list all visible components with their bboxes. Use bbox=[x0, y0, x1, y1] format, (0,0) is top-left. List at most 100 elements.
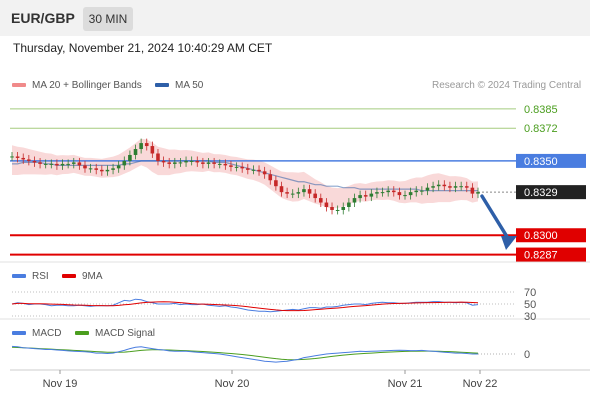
candle-body bbox=[223, 163, 228, 166]
candle-body bbox=[139, 143, 143, 150]
level-label-0.8300: 0.8300 bbox=[524, 230, 558, 242]
candle-body bbox=[380, 192, 385, 194]
candle-body bbox=[150, 146, 155, 154]
rsi-level-label-30: 30 bbox=[524, 311, 536, 323]
candle-body bbox=[240, 166, 244, 169]
rsi-level-label-50: 50 bbox=[524, 299, 536, 311]
candle-body bbox=[251, 169, 256, 171]
candle-body bbox=[397, 192, 402, 196]
candle-body bbox=[285, 192, 289, 194]
candle-body bbox=[442, 184, 447, 187]
candle-body bbox=[290, 193, 295, 195]
candle-body bbox=[217, 163, 222, 165]
candle-body bbox=[77, 162, 82, 166]
x-tick-label-2: Nov 21 bbox=[388, 378, 423, 390]
x-tick-label-1: Nov 20 bbox=[215, 378, 250, 390]
candle-body bbox=[313, 193, 317, 199]
forecast-arrow bbox=[480, 194, 511, 242]
level-label-0.8385: 0.8385 bbox=[524, 104, 558, 116]
candle-body bbox=[178, 162, 183, 164]
forecast-arrow-head bbox=[501, 236, 517, 250]
candle-body bbox=[279, 186, 284, 193]
candle-body bbox=[459, 186, 463, 188]
candle-body bbox=[60, 163, 65, 166]
candle-body bbox=[408, 192, 413, 196]
candle-body bbox=[38, 162, 42, 164]
candle-body bbox=[391, 190, 396, 193]
candle-body bbox=[49, 163, 54, 165]
candle-body bbox=[307, 189, 312, 194]
candle-body bbox=[116, 165, 121, 169]
macd-zero-label: 0 bbox=[524, 349, 530, 361]
bollinger-band bbox=[12, 138, 478, 209]
candle-body bbox=[128, 154, 132, 161]
candle-body bbox=[425, 187, 430, 191]
candle-body bbox=[352, 198, 357, 203]
candle-body bbox=[43, 163, 48, 165]
level-label-0.8350: 0.8350 bbox=[524, 156, 558, 168]
candle-body bbox=[330, 207, 334, 210]
rsi-level-label-70: 70 bbox=[524, 287, 536, 299]
candle-body bbox=[55, 163, 59, 166]
candle-body bbox=[161, 160, 166, 163]
candle-body bbox=[144, 143, 149, 147]
candle-body bbox=[403, 195, 407, 197]
candle-body bbox=[15, 156, 20, 158]
candle-body bbox=[88, 168, 93, 170]
candle-body bbox=[122, 160, 127, 166]
candle-body bbox=[234, 166, 239, 168]
candle-body bbox=[302, 189, 306, 193]
candle-body bbox=[274, 180, 278, 187]
candle-body bbox=[27, 159, 31, 161]
candle-body bbox=[436, 184, 441, 187]
candle-body bbox=[156, 153, 160, 161]
candle-body bbox=[464, 186, 469, 188]
candle-body bbox=[32, 160, 37, 163]
candle-body bbox=[470, 187, 475, 194]
candle-body bbox=[246, 168, 250, 170]
level-label-0.8329: 0.8329 bbox=[524, 187, 558, 199]
candle-body bbox=[206, 162, 211, 164]
candle-body bbox=[335, 209, 340, 211]
candle-body bbox=[201, 162, 205, 164]
candle-body bbox=[375, 192, 379, 194]
candle-body bbox=[386, 190, 390, 193]
candle-body bbox=[420, 190, 424, 192]
candle-body bbox=[212, 162, 216, 164]
candle-body bbox=[111, 168, 115, 170]
candle-body bbox=[358, 195, 362, 199]
level-label-0.8287: 0.8287 bbox=[524, 250, 558, 262]
candle-body bbox=[105, 169, 110, 172]
candle-body bbox=[268, 174, 273, 181]
candle-body bbox=[94, 168, 99, 170]
candle-body bbox=[318, 198, 323, 203]
macd-line bbox=[11, 345, 478, 363]
candle-body bbox=[229, 165, 233, 167]
candle-body bbox=[10, 156, 14, 158]
candle-body bbox=[100, 169, 104, 172]
candle-body bbox=[184, 160, 188, 163]
candle-body bbox=[66, 163, 70, 165]
candle-body bbox=[363, 195, 368, 197]
candle-body bbox=[195, 160, 200, 163]
candle-body bbox=[324, 202, 329, 207]
candle-body bbox=[453, 186, 458, 188]
level-label-0.8372: 0.8372 bbox=[524, 123, 558, 135]
x-tick-label-0: Nov 19 bbox=[43, 378, 78, 390]
candle-body bbox=[257, 169, 261, 172]
candle-body bbox=[476, 192, 480, 194]
candle-body bbox=[296, 192, 301, 194]
candle-body bbox=[262, 171, 267, 175]
price-chart: 0.8385 0.8372 0.8350 0.8329 0.8300 0.8287 7050… bbox=[0, 104, 590, 390]
candle-body bbox=[83, 165, 87, 169]
candle-body bbox=[369, 193, 374, 197]
candle-body bbox=[448, 186, 452, 188]
candle-body bbox=[21, 157, 26, 160]
x-tick-label-3: Nov 22 bbox=[463, 378, 498, 390]
candle-body bbox=[431, 186, 435, 188]
candle-body bbox=[133, 149, 138, 155]
candle-body bbox=[414, 190, 419, 193]
candle-body bbox=[173, 162, 177, 164]
candle-body bbox=[189, 160, 194, 162]
candle-body bbox=[167, 162, 172, 164]
